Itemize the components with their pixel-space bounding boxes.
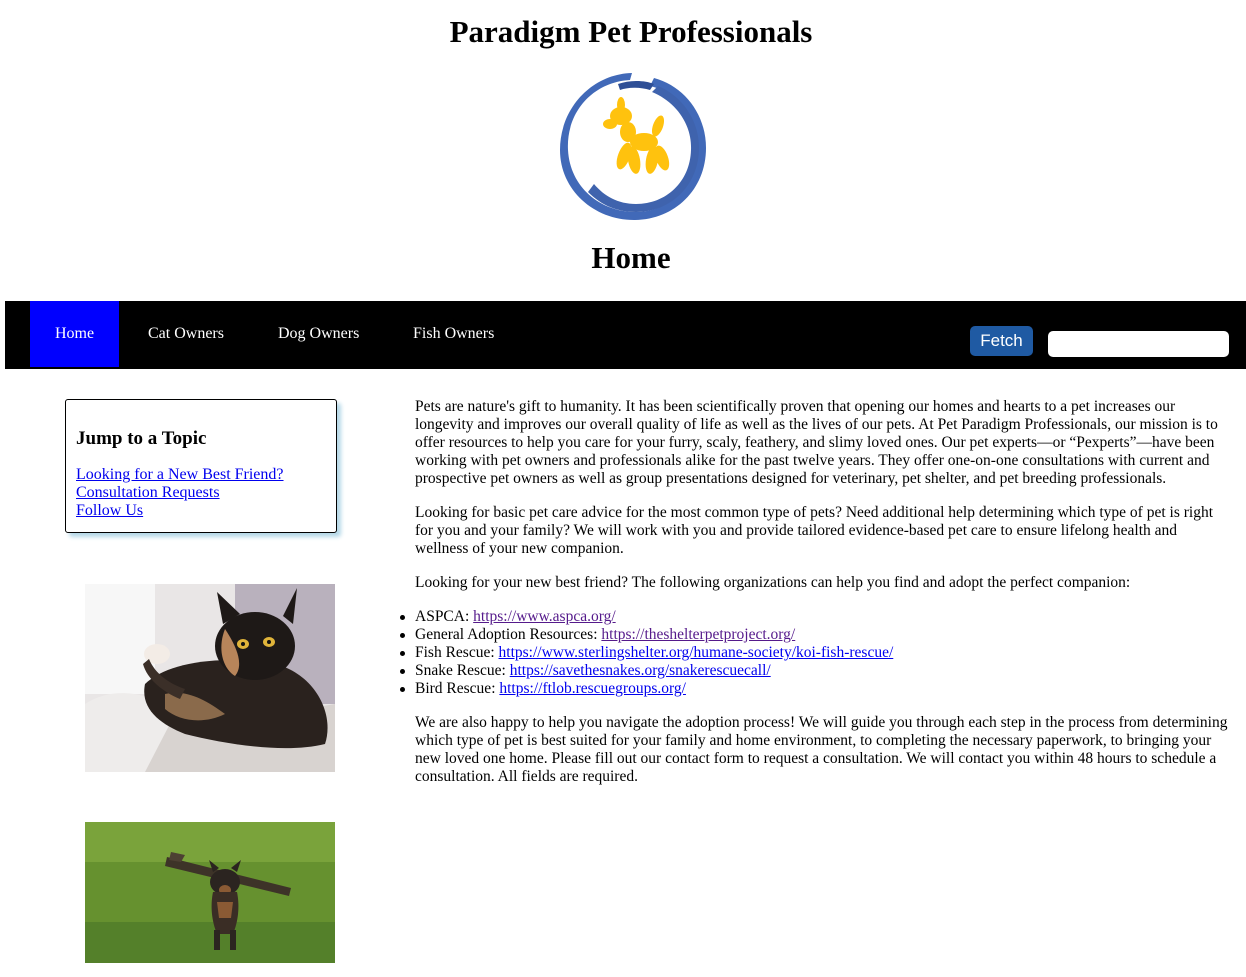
dog-illustration: [85, 822, 335, 963]
resource-label: ASPCA:: [415, 608, 474, 625]
jump-to-topic-box: Jump to a Topic Looking for a New Best F…: [65, 399, 337, 533]
nav-home[interactable]: Home: [30, 301, 120, 367]
search-input[interactable]: [1048, 331, 1229, 357]
nav-fish-owners[interactable]: Fish Owners: [388, 301, 519, 367]
resource-link-snake-rescue[interactable]: https://savethesnakes.org/snakerescuecal…: [510, 662, 771, 679]
nav-dog-owners[interactable]: Dog Owners: [253, 301, 384, 367]
closing-paragraph: We are also happy to help you navigate t…: [415, 714, 1228, 785]
topic-title: Jump to a Topic: [76, 428, 207, 449]
main-content: Pets are nature's gift to humanity. It h…: [400, 398, 1230, 802]
resource-label: Bird Rescue:: [415, 680, 500, 697]
adoption-intro-paragraph: Looking for your new best friend? The fo…: [415, 574, 1131, 591]
topic-link-consultation-requests[interactable]: Consultation Requests: [76, 484, 326, 502]
page-heading: Home: [591, 240, 671, 275]
site-title: Paradigm Pet Professionals: [449, 14, 813, 49]
topic-links: Looking for a New Best Friend? Consultat…: [76, 466, 326, 520]
resource-link-bird-rescue[interactable]: https://ftlob.rescuegroups.org/: [499, 680, 686, 697]
resource-label: Snake Rescue:: [415, 662, 510, 679]
topic-link-new-best-friend[interactable]: Looking for a New Best Friend?: [76, 466, 326, 484]
nav-cat-owners[interactable]: Cat Owners: [123, 301, 249, 367]
resource-list: ASPCA: https://www.aspca.org/ General Ad…: [400, 608, 1230, 698]
resource-link-fish-rescue[interactable]: https://www.sterlingshelter.org/humane-s…: [499, 644, 894, 661]
resource-link-shelter-pet-project[interactable]: https://theshelterpetproject.org/: [601, 626, 795, 643]
fetch-button[interactable]: Fetch: [970, 326, 1033, 356]
cat-photo: [85, 584, 335, 772]
resource-link-aspca[interactable]: https://www.aspca.org/: [473, 608, 616, 625]
list-item: General Adoption Resources: https://thes…: [400, 626, 1230, 644]
cat-illustration: [85, 584, 335, 772]
intro-paragraph: Pets are nature's gift to humanity. It h…: [415, 398, 1218, 487]
main-nav: Home Cat Owners Dog Owners Fish Owners F…: [5, 301, 1246, 369]
balloon-dog-logo-icon: [560, 73, 706, 220]
list-item: Snake Rescue: https://savethesnakes.org/…: [400, 662, 1230, 680]
dog-photo: [85, 822, 335, 963]
list-item: Fish Rescue: https://www.sterlingshelter…: [400, 644, 1230, 662]
care-advice-paragraph: Looking for basic pet care advice for th…: [415, 504, 1214, 557]
resource-label: Fish Rescue:: [415, 644, 499, 661]
list-item: ASPCA: https://www.aspca.org/: [400, 608, 1230, 626]
resource-label: General Adoption Resources:: [415, 626, 602, 643]
topic-link-follow-us[interactable]: Follow Us: [76, 502, 326, 520]
list-item: Bird Rescue: https://ftlob.rescuegroups.…: [400, 680, 1230, 698]
